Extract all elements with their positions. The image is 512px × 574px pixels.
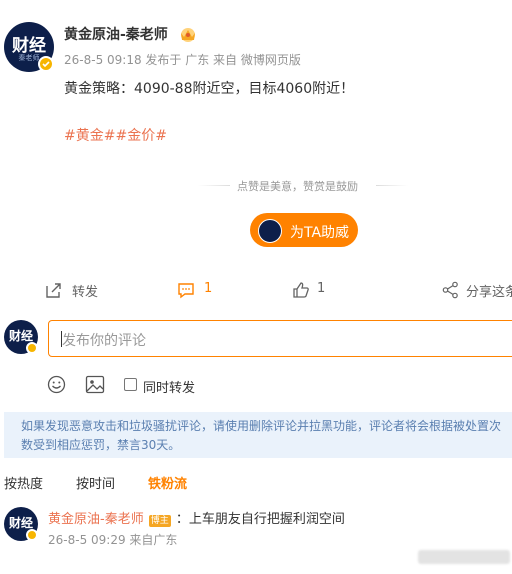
image-icon[interactable] bbox=[85, 375, 105, 394]
cheer-button-label: 为TA助威 bbox=[290, 225, 350, 241]
reward-divider-right bbox=[376, 185, 408, 186]
comment-author-verified-icon bbox=[26, 529, 38, 541]
share-icon bbox=[442, 281, 459, 299]
post-author-name[interactable]: 黄金原油-秦老师 bbox=[64, 24, 168, 44]
moderation-notice-text: 如果发现恶意攻击和垃圾骚扰评论，请使用删除评论并拉黑功能，评论者将会根据被处置次… bbox=[21, 419, 502, 452]
comment-placeholder: 发布你的评论 bbox=[62, 333, 146, 349]
comment-text: ：上车朋友自行把握利润空间 bbox=[175, 512, 345, 527]
post-meta: 26-8-5 09:18 发布于 广东 来自 微博网页版 bbox=[64, 53, 301, 67]
moderation-notice: 如果发现恶意攻击和垃圾骚扰评论，请使用删除评论并拉黑功能，评论者将会根据被处置次… bbox=[4, 412, 512, 458]
share-action[interactable]: 分享这条 bbox=[442, 280, 512, 300]
sort-tab-hot[interactable]: 按热度 bbox=[4, 473, 43, 492]
share-label: 分享这条 bbox=[466, 285, 512, 300]
reward-tagline: 点赞是美意，赞赏是鼓励 bbox=[237, 180, 358, 193]
forward-too-checkbox[interactable] bbox=[124, 378, 137, 391]
post-text: 黄金策略：4090-88附近空，目标4060附近！ bbox=[64, 81, 355, 97]
reward-divider-left bbox=[198, 185, 230, 186]
emoji-icon[interactable] bbox=[47, 375, 66, 394]
sort-tab-fans[interactable]: 铁粉流 bbox=[148, 473, 187, 492]
comment-meta: 26-8-5 09:29 来自广东 bbox=[48, 533, 178, 547]
current-user-verified-icon bbox=[26, 342, 38, 354]
blurred-comment-actions bbox=[418, 550, 510, 564]
forward-action[interactable]: 转发 bbox=[45, 280, 115, 300]
comment-action[interactable]: 1 bbox=[177, 280, 227, 300]
like-action[interactable]: 1 bbox=[292, 280, 342, 300]
comment-input[interactable]: 发布你的评论 bbox=[48, 320, 512, 357]
comment-item: 黄金原油-秦老师 博主 ：上车朋友自行把握利润空间 bbox=[48, 508, 508, 528]
forward-icon bbox=[45, 281, 63, 299]
sort-tab-time[interactable]: 按时间 bbox=[76, 473, 115, 492]
post-hashtags[interactable]: #黄金##金价# bbox=[64, 125, 167, 145]
author-badge: 博主 bbox=[148, 515, 171, 527]
cheer-button[interactable]: 为TA助威 bbox=[250, 213, 358, 247]
comment-author-name[interactable]: 黄金原油-秦老师 bbox=[48, 512, 144, 527]
cheer-avatar-icon bbox=[258, 219, 282, 243]
thumbs-up-icon bbox=[292, 281, 310, 299]
comment-icon bbox=[177, 281, 195, 299]
verified-badge-icon bbox=[38, 56, 54, 72]
crown-icon bbox=[178, 25, 198, 43]
forward-too-label[interactable]: 同时转发 bbox=[143, 377, 195, 396]
comment-count: 1 bbox=[204, 281, 213, 296]
forward-label: 转发 bbox=[72, 285, 99, 300]
like-count: 1 bbox=[317, 281, 326, 296]
